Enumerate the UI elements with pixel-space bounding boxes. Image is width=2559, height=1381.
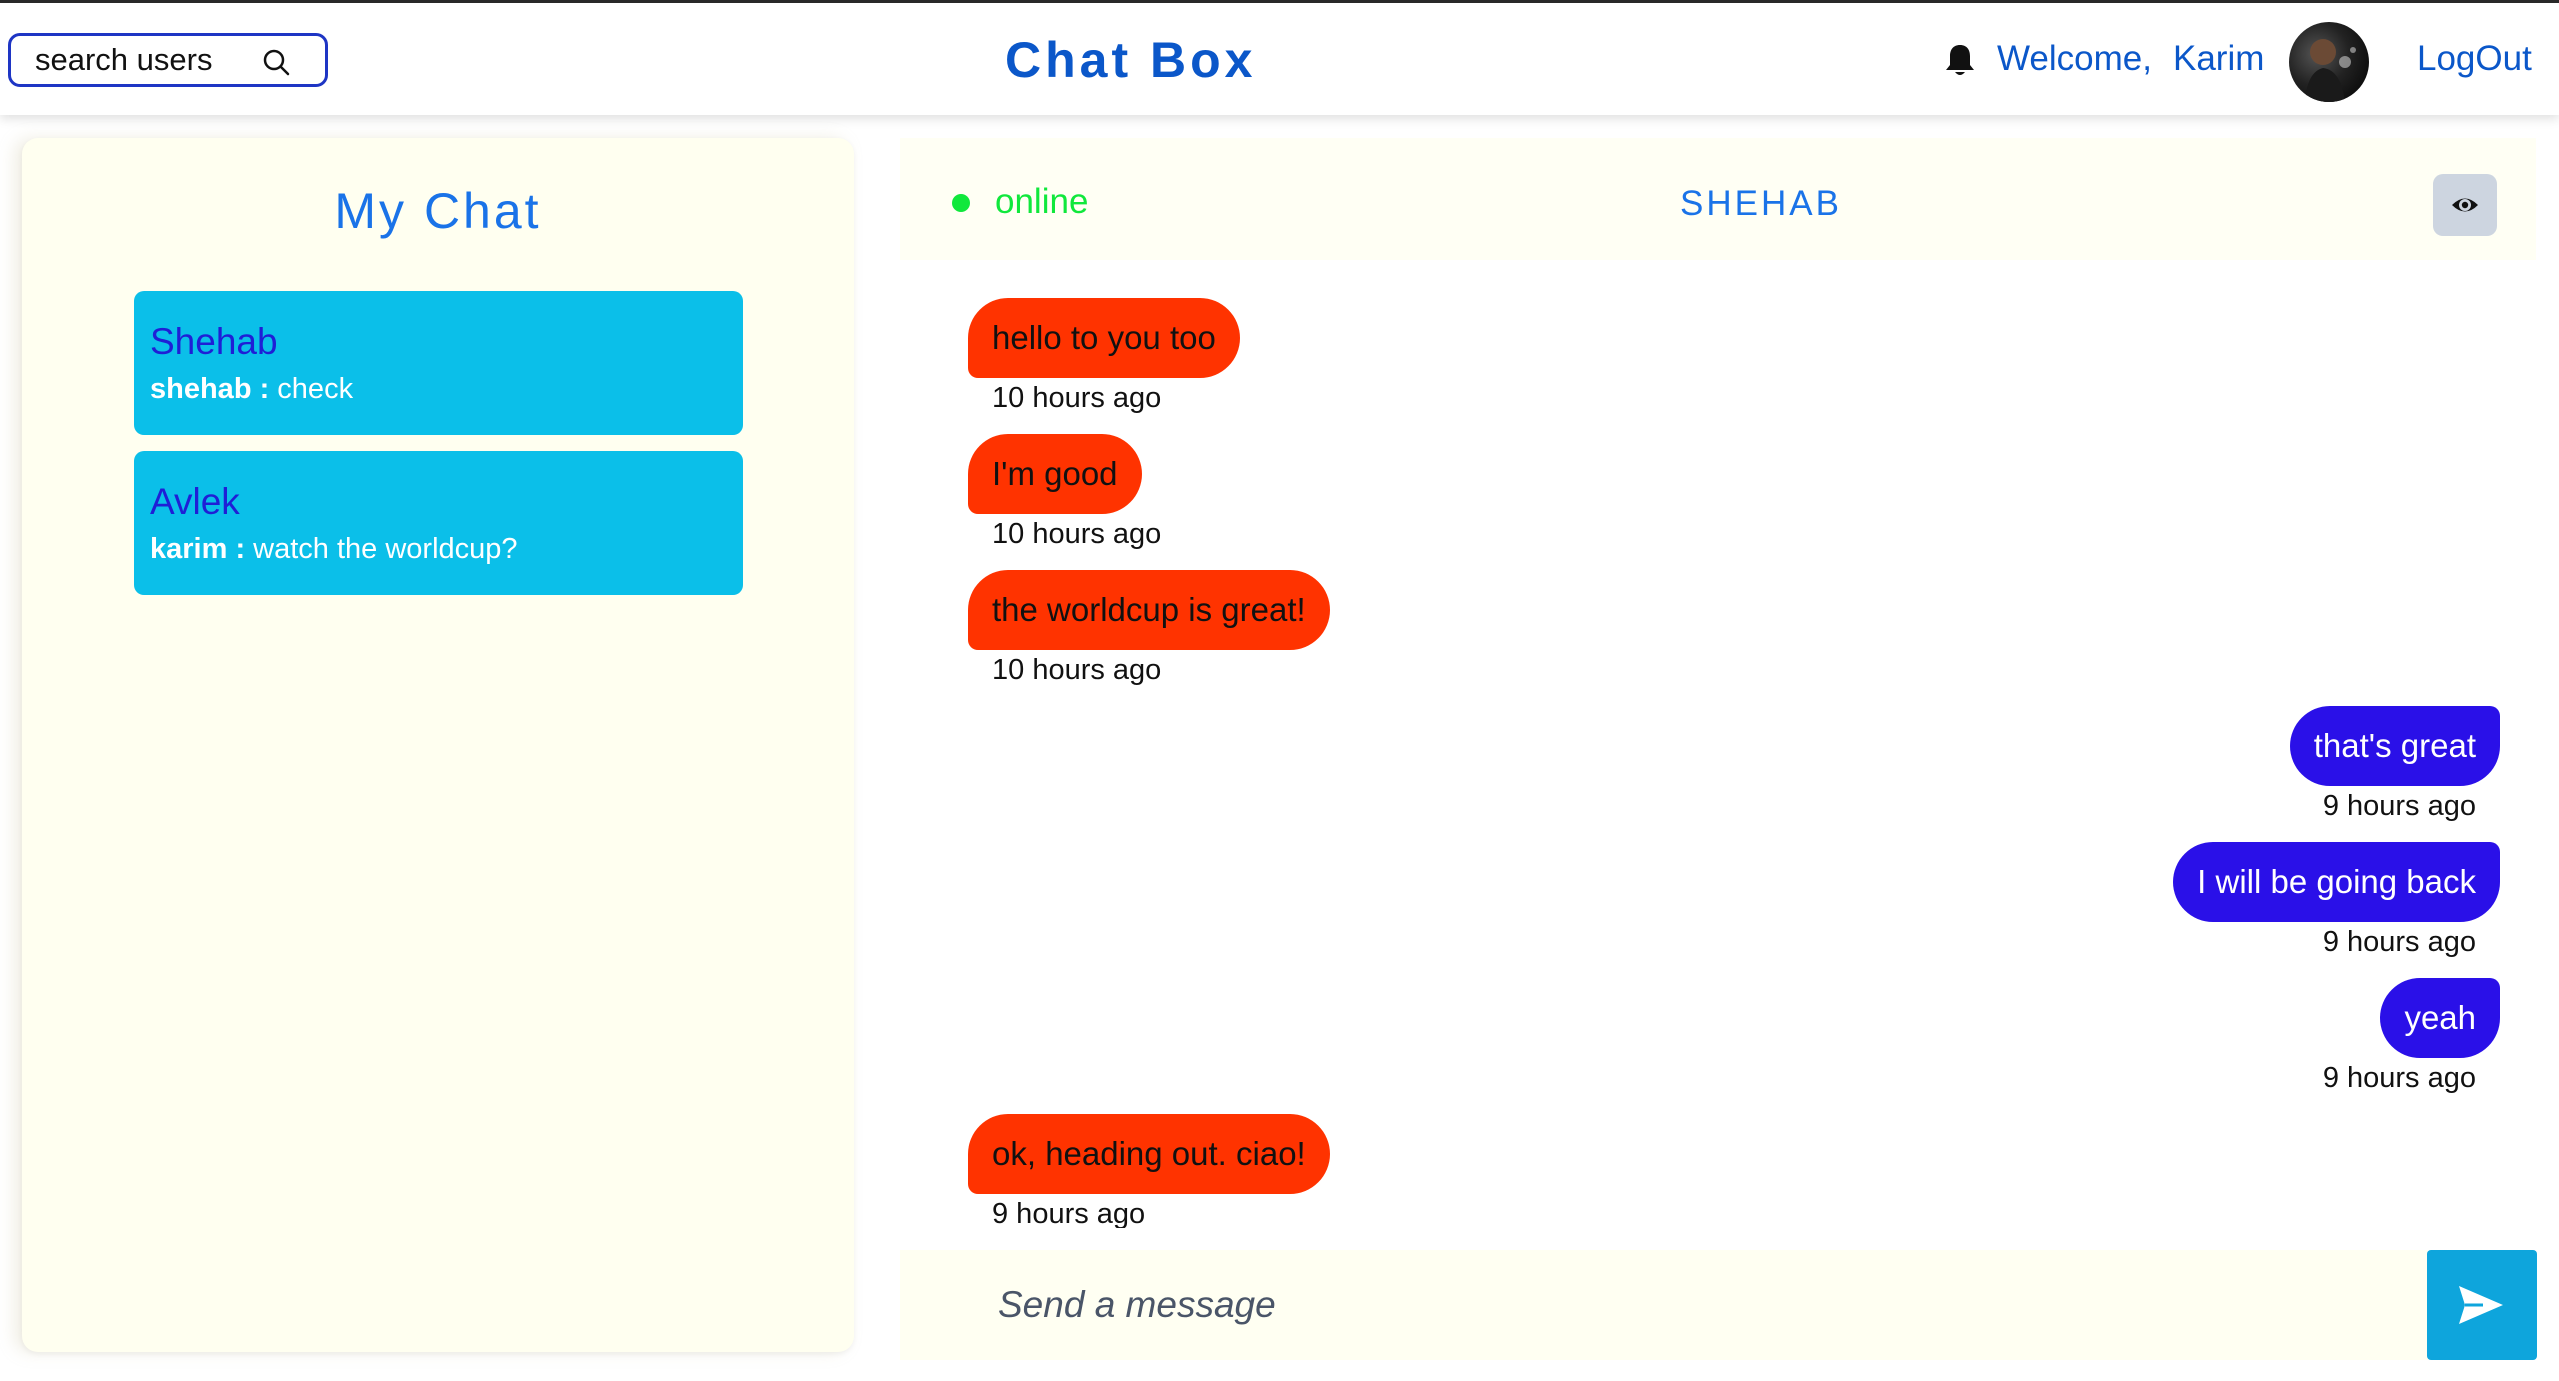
message-input[interactable] [900,1250,2428,1360]
chat-item-sender: karim : [150,533,246,565]
chat-partner-name: SHEHAB [1680,184,1842,223]
message-list[interactable]: hello to you too 10 hours ago I'm good 1… [900,270,2536,1228]
bell-icon[interactable] [1943,43,1977,79]
search-icon [263,49,290,76]
chat-header: online SHEHAB [900,138,2536,260]
message-bubble-incoming: hello to you too [968,298,1240,378]
chat-item-preview: karim : watch the worldcup? [150,533,518,566]
chat-item-shehab[interactable]: Shehab shehab : check [134,291,743,435]
welcome-text: Welcome, [1997,39,2152,78]
app-title: Chat Box [1005,32,1257,88]
chat-item-name: Shehab [150,321,278,362]
message-composer [900,1250,2428,1360]
message-timestamp: 9 hours ago [2322,790,2476,822]
chat-list-panel: My Chat Shehab shehab : check Avlek kari… [22,138,854,1352]
search-users-button[interactable]: search users [8,33,328,87]
send-button[interactable] [2427,1250,2537,1360]
online-status-dot [952,194,970,212]
message-timestamp: 9 hours ago [992,1198,1146,1228]
online-status-text: online [995,182,1089,221]
view-profile-button[interactable] [2433,174,2497,236]
chat-item-sender: shehab : [150,373,270,405]
message-bubble-incoming: I'm good [968,434,1142,514]
chat-item-avlek[interactable]: Avlek karim : watch the worldcup? [134,451,743,595]
chat-item-preview: shehab : check [150,373,353,406]
eye-icon [2452,198,2478,212]
avatar[interactable] [2289,22,2369,102]
message-bubble-outgoing: that's great [2289,706,2500,786]
message-timestamp: 10 hours ago [992,518,1162,550]
message-timestamp: 9 hours ago [2322,1062,2476,1094]
chat-list-title: My Chat [334,183,542,239]
message-timestamp: 9 hours ago [2322,926,2476,958]
avatar-image [2305,39,2356,102]
search-users-label: search users [35,42,213,77]
message-bubble-incoming: ok, heading out. ciao! [968,1114,1330,1194]
message-timestamp: 10 hours ago [992,654,1162,686]
message-bubble-outgoing: I will be going back [2173,842,2500,922]
logout-link[interactable]: LogOut [2417,39,2532,79]
chat-item-name: Avlek [150,481,240,522]
chat-item-last-message: watch the worldcup? [245,533,518,565]
send-icon [2459,1286,2503,1324]
navbar: search users Chat Box Welcome, Karim Log… [0,3,2559,115]
message-bubble-outgoing: yeah [2380,978,2500,1058]
chat-item-last-message: check [269,373,354,405]
username: Karim [2173,39,2265,78]
message-bubble-incoming: the worldcup is great! [968,570,1330,650]
message-timestamp: 10 hours ago [992,382,1162,414]
